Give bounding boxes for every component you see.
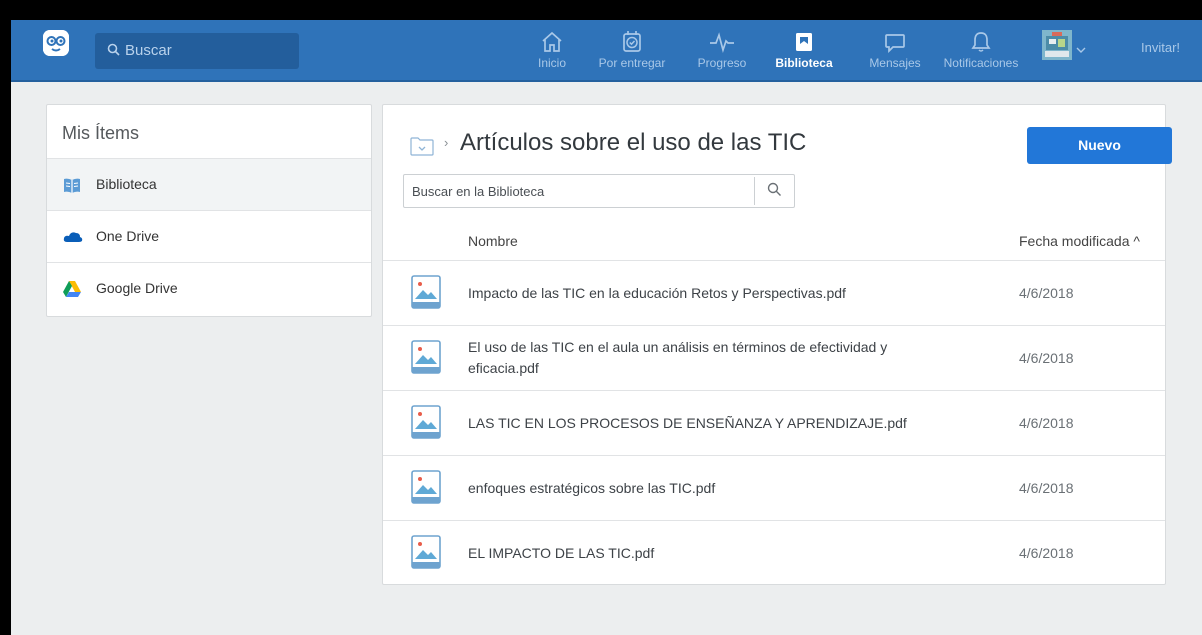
nav-mensajes[interactable]: Mensajes: [865, 20, 925, 80]
nav-notificaciones[interactable]: Notificaciones: [939, 20, 1023, 80]
global-search-input[interactable]: Buscar: [95, 33, 299, 69]
file-row[interactable]: EL IMPACTO DE LAS TIC.pdf 4/6/2018: [383, 520, 1165, 585]
image-file-icon: [411, 470, 441, 509]
library-search-input[interactable]: [404, 175, 754, 207]
home-icon: [542, 31, 562, 52]
bookmark-icon: [796, 33, 812, 51]
file-row[interactable]: El uso de las TIC en el aula un análisis…: [383, 325, 1165, 390]
file-name[interactable]: El uso de las TIC en el aula un análisis…: [468, 326, 908, 390]
global-search-placeholder: Buscar: [125, 42, 172, 59]
chat-bubble-icon: [885, 34, 905, 54]
file-date: 4/6/2018: [1019, 480, 1074, 496]
file-date: 4/6/2018: [1019, 415, 1074, 431]
clock-check-icon: [623, 31, 641, 52]
sidebar-title: Mis Ítems: [62, 123, 140, 143]
nav-label: Biblioteca: [775, 56, 833, 70]
invite-link[interactable]: Invitar!: [1141, 40, 1180, 55]
nav-inicio[interactable]: Inicio: [529, 20, 575, 80]
column-header-name[interactable]: Nombre: [468, 233, 518, 249]
sidebar-item-label: Biblioteca: [96, 176, 157, 192]
book-icon: [63, 176, 81, 194]
sidebar-item-label: Google Drive: [96, 280, 178, 296]
library-search: [403, 174, 795, 208]
nav-biblioteca[interactable]: Biblioteca: [772, 20, 836, 80]
top-nav-bar: Buscar Inicio Por entregar Progreso Bibl…: [11, 20, 1202, 82]
bell-icon: [971, 32, 991, 52]
page-title: Artículos sobre el uso de las TIC: [460, 129, 807, 156]
search-icon[interactable]: [767, 182, 782, 202]
nav-label: Inicio: [537, 56, 566, 70]
search-icon: [107, 43, 120, 60]
image-file-icon: [411, 340, 441, 379]
file-date: 4/6/2018: [1019, 285, 1074, 301]
app-window: Buscar Inicio Por entregar Progreso Bibl…: [11, 20, 1202, 635]
pulse-icon: [710, 32, 734, 53]
google-drive-icon: [63, 280, 81, 298]
search-divider: [754, 177, 755, 205]
file-row[interactable]: Impacto de las TIC en la educación Retos…: [383, 260, 1165, 325]
sidebar-item-biblioteca[interactable]: Biblioteca: [47, 158, 371, 211]
file-name[interactable]: Impacto de las TIC en la educación Retos…: [468, 261, 908, 325]
nav-label: Notificaciones: [943, 56, 1019, 70]
nav-por-entregar[interactable]: Por entregar: [594, 20, 670, 80]
file-name[interactable]: LAS TIC EN LOS PROCESOS DE ENSEÑANZA Y A…: [468, 391, 908, 455]
nav-label: Por entregar: [598, 56, 666, 70]
file-name[interactable]: enfoques estratégicos sobre las TIC.pdf: [468, 456, 908, 520]
nav-progreso[interactable]: Progreso: [694, 20, 750, 80]
chevron-down-icon[interactable]: [1076, 40, 1086, 58]
library-panel: › Artículos sobre el uso de las TIC Nuev…: [382, 104, 1172, 585]
sidebar: Mis Ítems Biblioteca One Drive Google Dr…: [46, 104, 372, 317]
onedrive-icon: [63, 228, 83, 246]
file-row[interactable]: LAS TIC EN LOS PROCESOS DE ENSEÑANZA Y A…: [383, 390, 1165, 455]
user-avatar[interactable]: [1042, 30, 1072, 60]
file-date: 4/6/2018: [1019, 545, 1074, 561]
folder-icon[interactable]: [410, 136, 434, 161]
new-button[interactable]: Nuevo: [1027, 127, 1172, 164]
file-row[interactable]: enfoques estratégicos sobre las TIC.pdf …: [383, 455, 1165, 520]
sidebar-item-one-drive[interactable]: One Drive: [47, 210, 371, 263]
file-name[interactable]: EL IMPACTO DE LAS TIC.pdf: [468, 521, 908, 585]
sidebar-item-label: One Drive: [96, 228, 160, 244]
image-file-icon: [411, 535, 441, 574]
nav-label: Mensajes: [869, 56, 921, 70]
file-date: 4/6/2018: [1019, 350, 1074, 366]
breadcrumb-chevron-icon: ›: [444, 135, 449, 150]
column-header-date[interactable]: Fecha modificada ^: [1019, 233, 1140, 249]
image-file-icon: [411, 275, 441, 314]
image-file-icon: [411, 405, 441, 444]
edmodo-logo-icon[interactable]: [43, 30, 69, 56]
nav-label: Progreso: [697, 56, 747, 70]
sidebar-item-google-drive[interactable]: Google Drive: [47, 262, 371, 315]
file-list: Impacto de las TIC en la educación Retos…: [383, 260, 1165, 585]
